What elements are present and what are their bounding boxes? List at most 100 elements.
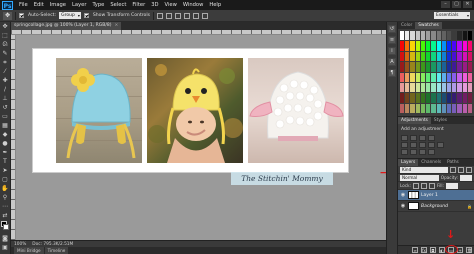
swatch[interactable] <box>467 51 472 62</box>
align-center-icon[interactable] <box>193 12 200 19</box>
shape-icon[interactable]: ▢ <box>1 176 10 184</box>
swatch[interactable] <box>415 72 420 82</box>
marquee-icon[interactable]: ⬚ <box>1 32 10 40</box>
swatch[interactable] <box>426 41 431 51</box>
swatch[interactable] <box>446 41 452 51</box>
swatch[interactable] <box>410 82 415 93</box>
tab-adjustments[interactable]: Adjustments <box>398 117 431 124</box>
swatch[interactable] <box>400 82 405 93</box>
swatch[interactable] <box>441 31 446 41</box>
lock-pixels-icon[interactable] <box>412 182 419 189</box>
swatch[interactable] <box>405 72 410 82</box>
swatch[interactable] <box>457 93 462 103</box>
swatch[interactable] <box>462 31 467 41</box>
swatch[interactable] <box>441 41 446 51</box>
history-brush-icon[interactable]: ↺ <box>1 104 10 112</box>
delete-layer-icon[interactable]: 🗑 <box>466 247 472 253</box>
swatch[interactable] <box>400 31 405 41</box>
swatch[interactable] <box>467 103 472 113</box>
swatch[interactable] <box>462 72 467 82</box>
swatch[interactable] <box>462 51 467 62</box>
layer-style-icon[interactable]: fx <box>421 247 427 253</box>
zoom-level[interactable]: 100% <box>14 242 26 247</box>
paragraph-panel-icon[interactable]: ¶ <box>388 69 396 77</box>
swatch[interactable] <box>446 103 452 113</box>
swatch[interactable] <box>452 41 457 51</box>
minimize-button[interactable]: – <box>441 1 450 8</box>
link-layers-icon[interactable]: ∞ <box>412 247 418 253</box>
swatch[interactable] <box>420 93 426 103</box>
more-tools-icon[interactable]: ⋯ <box>1 203 10 211</box>
layer-name[interactable]: Layer 1 <box>421 193 438 198</box>
auto-select-dropdown[interactable]: Group <box>59 12 81 19</box>
swatch[interactable] <box>420 103 426 113</box>
swatch[interactable] <box>436 41 441 51</box>
menu-image[interactable]: Image <box>47 2 69 8</box>
menu-window[interactable]: Window <box>180 2 206 8</box>
hand-icon[interactable]: ✋ <box>1 185 10 193</box>
tab-channels[interactable]: Channels <box>418 159 444 166</box>
swatch[interactable] <box>431 51 436 62</box>
hue-saturation-icon[interactable] <box>410 142 417 148</box>
blend-mode-dropdown[interactable]: Normal <box>400 174 439 181</box>
eyedropper-icon[interactable]: ⁄ <box>1 68 10 76</box>
swatch[interactable] <box>426 82 431 93</box>
swatch[interactable] <box>410 103 415 113</box>
swatch[interactable] <box>415 93 420 103</box>
black-white-icon[interactable] <box>428 142 435 148</box>
character-panel-icon[interactable]: A <box>388 58 396 66</box>
swatch[interactable] <box>426 62 431 72</box>
info-panel-icon[interactable]: i <box>388 47 396 55</box>
swatch[interactable] <box>462 103 467 113</box>
layer-kind-filter[interactable]: Kind <box>400 166 448 173</box>
transform-controls-checkbox[interactable] <box>83 13 89 18</box>
color-swap-icon[interactable]: ⇄ <box>1 212 10 220</box>
swatch[interactable] <box>410 62 415 72</box>
brightness-icon[interactable] <box>401 135 408 141</box>
swatch[interactable] <box>452 51 457 62</box>
document-tab[interactable]: springcollage.jpg @ 100% (Layer 1, RGB/8… <box>11 22 122 30</box>
menu-edit[interactable]: Edit <box>31 2 47 8</box>
fill-input[interactable] <box>445 182 458 189</box>
menu-filter[interactable]: Filter <box>129 2 148 8</box>
swatch[interactable] <box>452 93 457 103</box>
swatch[interactable] <box>452 103 457 113</box>
tab-swatches[interactable]: Swatches <box>415 22 442 29</box>
swatch[interactable] <box>400 62 405 72</box>
swatch[interactable] <box>426 72 431 82</box>
menu-help[interactable]: Help <box>206 2 224 8</box>
swatch[interactable] <box>420 41 426 51</box>
close-tab-icon[interactable]: × <box>114 23 118 28</box>
healing-icon[interactable]: ✚ <box>1 77 10 85</box>
swatch[interactable] <box>410 41 415 51</box>
photo-filter-icon[interactable] <box>437 142 444 148</box>
eraser-icon[interactable]: ▭ <box>1 113 10 121</box>
swatch[interactable] <box>446 31 452 41</box>
swatch[interactable] <box>431 72 436 82</box>
swatch[interactable] <box>452 31 457 41</box>
swatch[interactable] <box>441 93 446 103</box>
swatch[interactable] <box>436 93 441 103</box>
curves-icon[interactable] <box>419 135 426 141</box>
swatch[interactable] <box>420 62 426 72</box>
swatch[interactable] <box>420 82 426 93</box>
tab-timeline[interactable]: Timeline <box>44 247 69 254</box>
swatch[interactable] <box>415 31 420 41</box>
gradient-map-icon[interactable] <box>428 149 435 155</box>
tab-paths[interactable]: Paths <box>444 159 462 166</box>
align-middle-icon[interactable] <box>166 12 173 19</box>
swatch[interactable] <box>462 62 467 72</box>
levels-icon[interactable] <box>410 135 417 141</box>
pixel-filter-icon[interactable] <box>450 166 456 173</box>
swatch[interactable] <box>420 72 426 82</box>
doc-size[interactable]: Doc: 795.3K/2.51M <box>32 242 73 247</box>
menu-layer[interactable]: Layer <box>69 2 89 8</box>
type-icon[interactable]: T <box>1 158 10 166</box>
lock-position-icon[interactable] <box>420 182 427 189</box>
swatch[interactable] <box>400 103 405 113</box>
properties-panel-icon[interactable]: ≡ <box>388 36 396 44</box>
brush-icon[interactable]: ∕ <box>1 86 10 94</box>
swatch[interactable] <box>452 72 457 82</box>
screen-mode-icon[interactable]: ▣ <box>1 244 10 252</box>
swatch[interactable] <box>467 62 472 72</box>
